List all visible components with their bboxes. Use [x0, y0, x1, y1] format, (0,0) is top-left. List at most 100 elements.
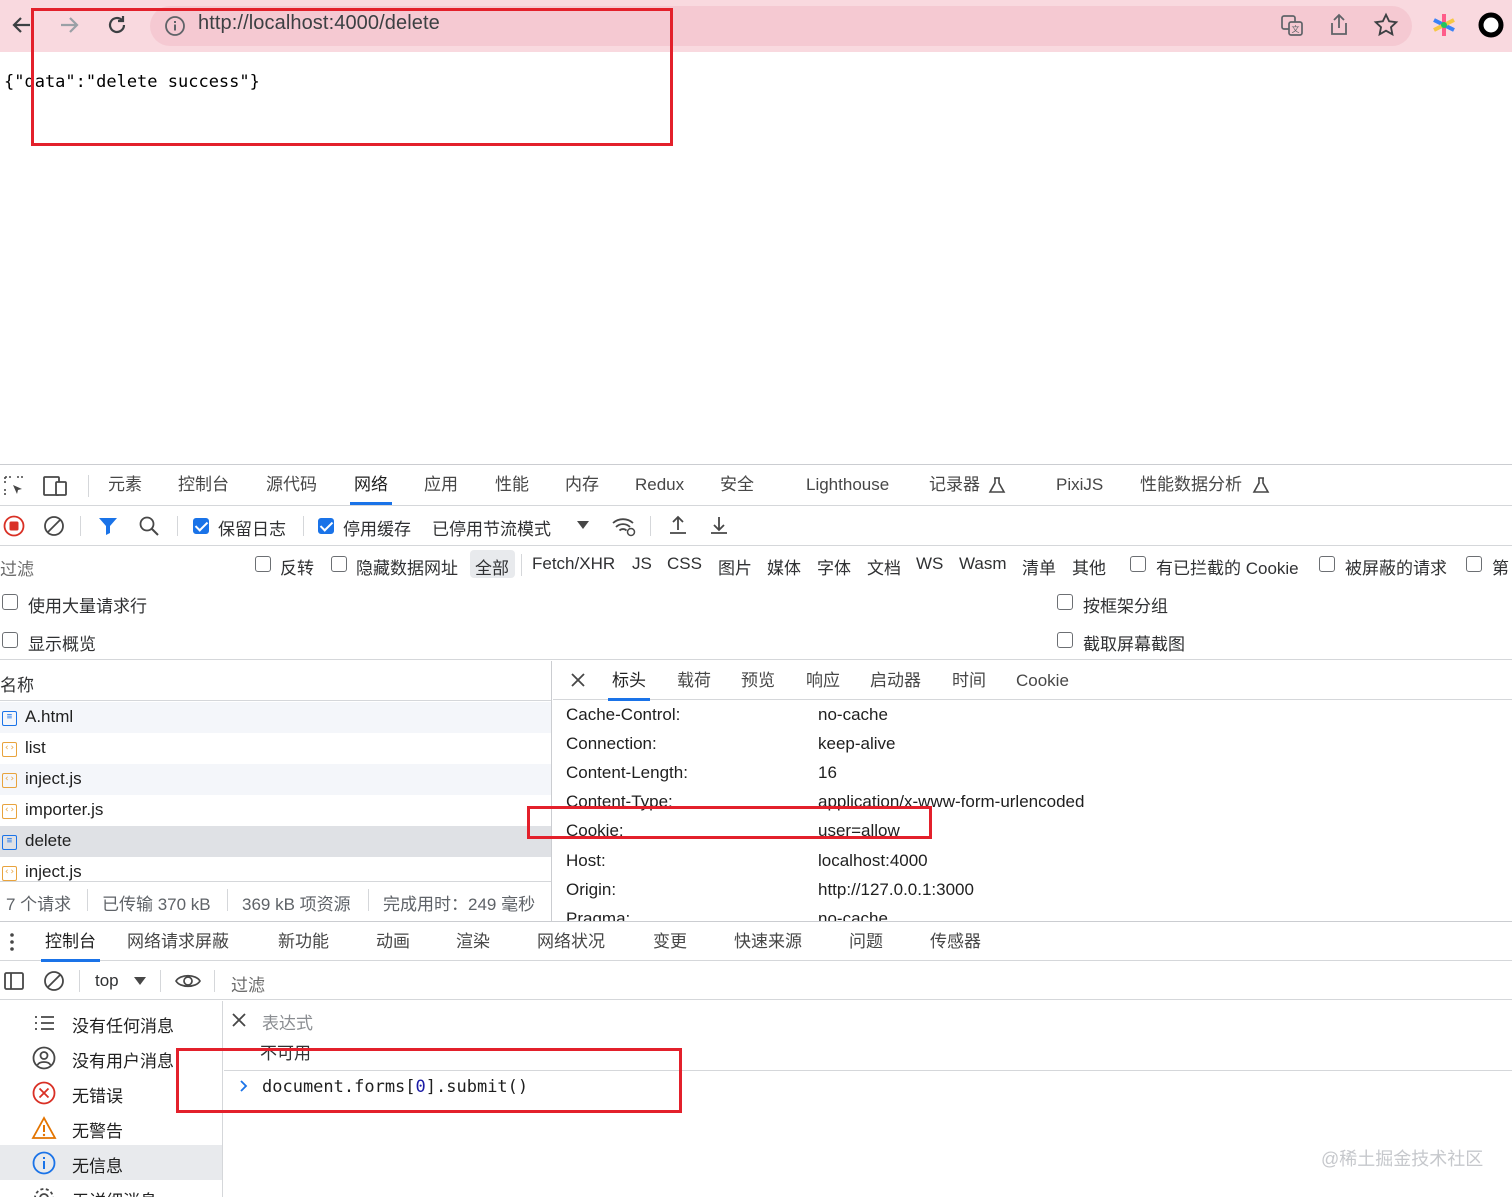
- big-rows-checkbox[interactable]: [2, 594, 18, 610]
- network-conditions-icon[interactable]: [611, 515, 637, 537]
- drawer-tab-quick-source[interactable]: 快速来源: [734, 922, 802, 962]
- type-filter-other[interactable]: 其他: [1072, 554, 1106, 579]
- hide-data-urls-checkbox[interactable]: [331, 556, 347, 572]
- tab-initiator[interactable]: 启动器: [870, 661, 921, 701]
- request-row[interactable]: ‹› inject.js: [0, 764, 551, 795]
- show-overview-checkbox[interactable]: [2, 632, 18, 648]
- profile-avatar-icon[interactable]: [1478, 12, 1504, 38]
- tab-console[interactable]: 控制台: [178, 465, 229, 505]
- sidebar-item-all-messages[interactable]: 没有任何消息: [0, 1005, 222, 1040]
- sidebar-item-warnings[interactable]: 无警告: [0, 1110, 222, 1145]
- tab-performance-insights[interactable]: 性能数据分析: [1140, 465, 1242, 505]
- drawer-tab-console[interactable]: 控制台: [41, 922, 100, 962]
- type-filter-js[interactable]: JS: [632, 554, 652, 574]
- disable-cache-checkbox[interactable]: [318, 518, 334, 534]
- network-settings: 使用大量请求行 按框架分组 显示概览 截取屏幕截图: [0, 584, 1512, 660]
- type-filter-img[interactable]: 图片: [718, 554, 752, 579]
- clear-console-icon[interactable]: [43, 970, 65, 992]
- request-list-header: 名称: [0, 661, 551, 701]
- type-filter-wasm[interactable]: Wasm: [959, 554, 1007, 574]
- preserve-log-checkbox[interactable]: [193, 518, 209, 534]
- type-filter-manifest[interactable]: 清单: [1022, 554, 1056, 579]
- sidebar-item-verbose[interactable]: 无详细消息: [0, 1180, 222, 1197]
- record-stop-icon[interactable]: [3, 515, 25, 537]
- separator: [368, 889, 369, 911]
- group-by-frame-checkbox[interactable]: [1057, 594, 1073, 610]
- chevron-down-icon[interactable]: [576, 519, 590, 531]
- type-filter-media[interactable]: 媒体: [767, 554, 801, 579]
- tab-payload[interactable]: 载荷: [677, 661, 711, 701]
- tab-elements[interactable]: 元素: [108, 465, 142, 505]
- blocked-requests-checkbox[interactable]: [1319, 556, 1335, 572]
- tab-recorder[interactable]: 记录器: [929, 465, 980, 505]
- search-icon[interactable]: [138, 515, 160, 537]
- type-filter-css[interactable]: CSS: [667, 554, 702, 574]
- throttle-select[interactable]: 已停用节流模式: [432, 515, 551, 540]
- filter-funnel-icon[interactable]: [97, 515, 119, 537]
- type-filter-all[interactable]: 全部: [475, 554, 509, 579]
- download-icon[interactable]: [708, 514, 730, 536]
- tab-memory[interactable]: 内存: [565, 465, 599, 505]
- drawer-tab-rendering[interactable]: 渲染: [456, 922, 490, 962]
- show-overview-label: 显示概览: [28, 635, 96, 654]
- drawer-tab-whats-new[interactable]: 新功能: [278, 922, 329, 962]
- clear-icon[interactable]: [43, 515, 65, 537]
- tab-security[interactable]: 安全: [720, 465, 754, 505]
- capture-screenshots-checkbox[interactable]: [1057, 632, 1073, 648]
- device-toolbar-icon[interactable]: [42, 474, 68, 498]
- separator: [87, 889, 88, 911]
- tab-pixijs[interactable]: PixiJS: [1056, 465, 1103, 505]
- tab-sources[interactable]: 源代码: [266, 465, 317, 505]
- header-key: Content-Length:: [566, 763, 688, 782]
- sidebar-toggle-icon[interactable]: [3, 970, 25, 992]
- type-filter-fetch[interactable]: Fetch/XHR: [532, 554, 615, 574]
- drawer-tab-network-conditions[interactable]: 网络状况: [537, 922, 605, 962]
- blocked-cookies-checkbox[interactable]: [1130, 556, 1146, 572]
- bookmark-star-icon[interactable]: [1373, 12, 1399, 38]
- request-row[interactable]: ‹› inject.js: [0, 857, 551, 881]
- drawer-tab-animations[interactable]: 动画: [376, 922, 410, 962]
- close-icon[interactable]: [230, 1011, 248, 1029]
- request-row[interactable]: ‹› importer.js: [0, 795, 551, 826]
- share-icon[interactable]: [1328, 13, 1350, 37]
- upload-icon[interactable]: [667, 514, 689, 536]
- type-filter-doc[interactable]: 文档: [867, 554, 901, 579]
- drawer-tab-changes[interactable]: 变更: [653, 922, 687, 962]
- tab-redux[interactable]: Redux: [635, 465, 684, 505]
- request-row[interactable]: ≡ A.html: [0, 702, 551, 733]
- chevron-down-icon[interactable]: [133, 975, 147, 987]
- type-filter-ws[interactable]: WS: [916, 554, 943, 574]
- tab-preview[interactable]: 预览: [741, 661, 775, 701]
- eye-icon[interactable]: [174, 970, 202, 992]
- close-icon[interactable]: [569, 671, 587, 689]
- live-expression-input[interactable]: 表达式: [262, 1009, 313, 1034]
- request-row-selected[interactable]: ≡ delete: [0, 826, 551, 857]
- tab-application[interactable]: 应用: [424, 465, 458, 505]
- drawer-tab-sensors[interactable]: 传感器: [930, 922, 981, 962]
- more-vertical-icon[interactable]: [6, 931, 18, 953]
- request-row[interactable]: ‹› list: [0, 733, 551, 764]
- sidebar-item-label: 没有任何消息: [72, 1017, 174, 1036]
- tab-response[interactable]: 响应: [806, 661, 840, 701]
- name-column-header[interactable]: 名称: [0, 671, 34, 696]
- tab-timing[interactable]: 时间: [952, 661, 986, 701]
- tab-headers[interactable]: 标头: [608, 661, 650, 701]
- inspect-element-icon[interactable]: [2, 474, 26, 498]
- translate-icon[interactable]: 文: [1280, 13, 1304, 37]
- third-party-checkbox[interactable]: [1466, 556, 1482, 572]
- finish-time: 完成用时：249 毫秒: [383, 895, 536, 914]
- extension-icon[interactable]: [1431, 12, 1457, 38]
- type-filter-font[interactable]: 字体: [817, 554, 851, 579]
- tab-performance[interactable]: 性能: [495, 465, 529, 505]
- drawer-tab-request-blocking[interactable]: 网络请求屏蔽: [127, 922, 229, 962]
- context-selector[interactable]: top: [95, 971, 119, 991]
- sidebar-item-info[interactable]: 无信息: [0, 1145, 222, 1180]
- group-by-frame-label: 按框架分组: [1083, 597, 1168, 616]
- tab-lighthouse[interactable]: Lighthouse: [806, 465, 889, 505]
- console-filter-input[interactable]: 过滤: [231, 971, 265, 996]
- invert-checkbox[interactable]: [255, 556, 271, 572]
- tab-network[interactable]: 网络: [350, 465, 392, 505]
- drawer-tab-issues[interactable]: 问题: [849, 922, 883, 962]
- tab-cookies[interactable]: Cookie: [1016, 661, 1069, 701]
- filter-input[interactable]: 过滤: [0, 555, 232, 580]
